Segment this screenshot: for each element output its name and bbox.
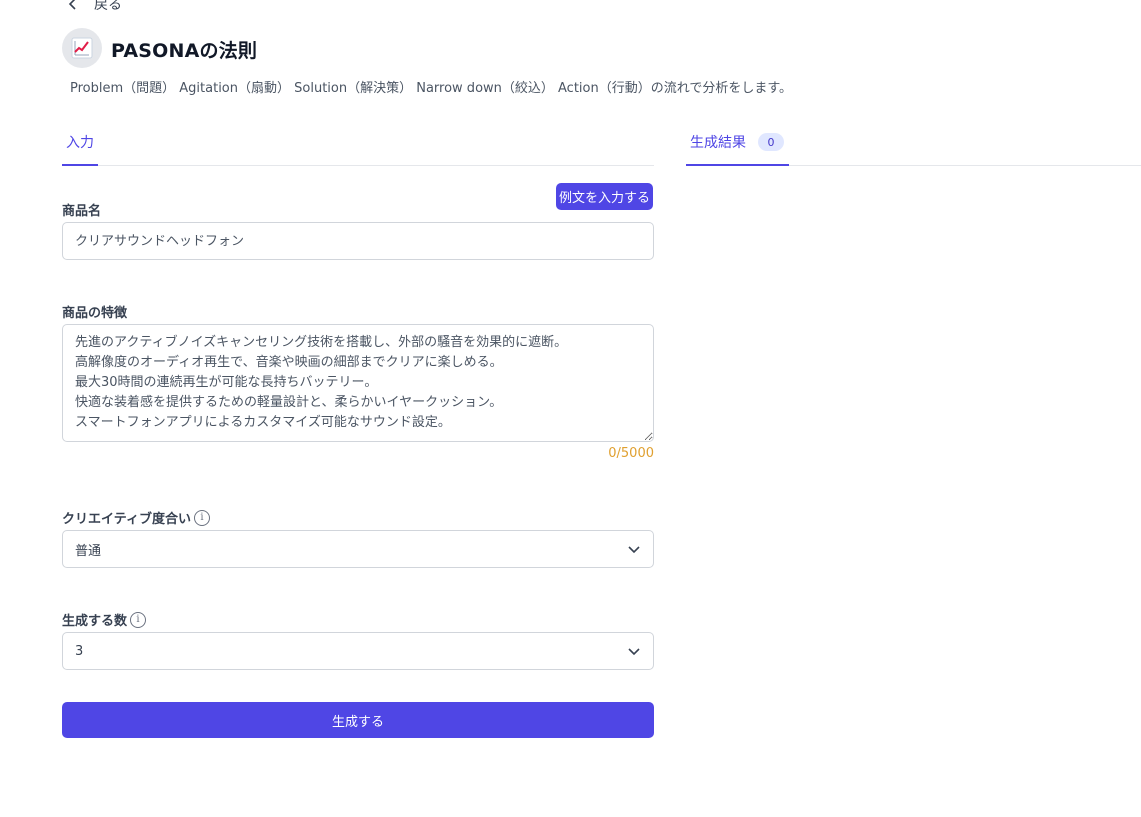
product-name-input[interactable] [62,222,654,260]
back-link[interactable]: 戻る [66,0,122,14]
creativity-select[interactable]: 普通 [62,530,654,568]
creativity-label-text: クリエイティブ度合い [62,512,191,527]
input-tabbar: 入力 [62,120,654,166]
page: 戻る PASONAの法則 Problem（問題） Agitation（扇動） S… [0,0,1141,817]
chevron-down-icon [628,546,640,554]
product-features-textarea[interactable] [62,324,654,442]
generate-button[interactable]: 生成する [62,702,654,738]
tab-input-label: 入力 [66,135,94,151]
product-features-label: 商品の特徴 [62,302,127,321]
count-selected-value: 3 [75,643,84,659]
chevron-down-icon [628,648,640,656]
product-name-label: 商品名 [62,200,101,219]
count-label: 生成する数 i [62,610,147,629]
chevron-left-icon [68,0,76,10]
page-title: PASONAの法則 [111,40,258,62]
tab-results[interactable]: 生成結果 0 [686,120,789,166]
product-features-label-text: 商品の特徴 [62,306,128,321]
tab-results-label: 生成結果 [690,135,746,151]
results-count-badge: 0 [758,133,784,151]
count-label-text: 生成する数 [62,614,128,629]
character-counter: 0/5000 [608,446,654,461]
creativity-label: クリエイティブ度合い i [62,508,210,527]
tab-input[interactable]: 入力 [62,120,98,166]
count-select[interactable]: 3 [62,632,654,670]
page-description: Problem（問題） Agitation（扇動） Solution（解決策） … [70,81,793,96]
info-icon[interactable]: i [193,509,210,526]
results-tabbar: 生成結果 0 [686,120,1141,166]
chart-increasing-icon [62,28,102,68]
product-name-label-text: 商品名 [62,204,102,219]
info-icon[interactable]: i [130,611,147,628]
creativity-selected-value: 普通 [75,543,102,559]
back-label: 戻る [94,0,122,13]
fill-example-button[interactable]: 例文を入力する [556,183,653,210]
